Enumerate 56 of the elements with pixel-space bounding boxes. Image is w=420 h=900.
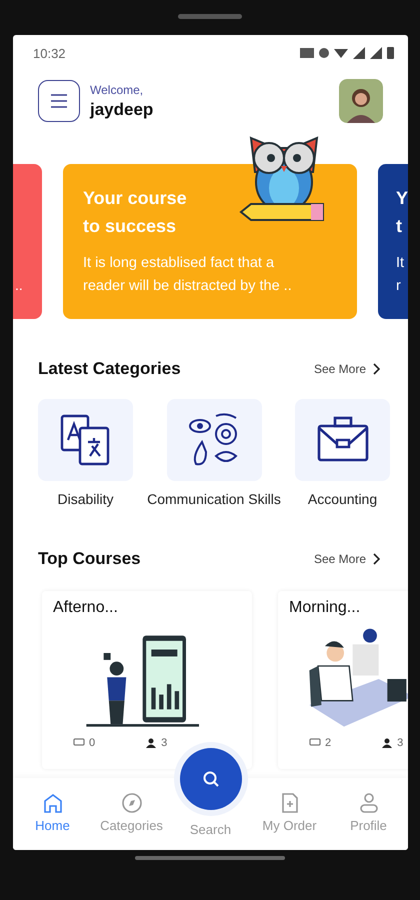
banner-title: to success xyxy=(83,215,178,238)
category-label: Accounting xyxy=(308,491,378,507)
nav-tab[interactable]: Profile xyxy=(330,792,406,833)
chevron-icon xyxy=(372,553,380,565)
section-title: Top Courses xyxy=(38,549,141,569)
banner-card[interactable]: Y t It r xyxy=(378,164,408,319)
wifi-icon xyxy=(334,47,348,59)
comment-icon xyxy=(309,738,321,748)
nav-tab[interactable]: Home xyxy=(14,792,90,833)
person-icon xyxy=(358,792,380,814)
see-more-link[interactable]: See More xyxy=(314,362,380,376)
see-more-link[interactable]: See More xyxy=(314,552,380,566)
compass-icon xyxy=(120,792,142,814)
home-icon xyxy=(42,792,64,814)
category-tile[interactable] xyxy=(38,399,133,481)
status-time: 10:32 xyxy=(33,46,66,60)
category-label: Disability xyxy=(57,491,114,507)
banner-text: reader will be distracted by the .. xyxy=(83,277,293,296)
banner-card[interactable]: .. xyxy=(13,164,42,319)
nav-tab[interactable]: Search xyxy=(172,748,248,837)
comment-icon xyxy=(73,738,85,748)
signal-icon xyxy=(370,47,382,59)
chevron-icon xyxy=(372,363,380,375)
signal-icon xyxy=(353,47,365,59)
banner-card[interactable]: Your course to success It is long establised fact that a reader will be distracted by the .. xyxy=(63,164,357,319)
menu-button[interactable] xyxy=(38,80,80,122)
nav-tab[interactable]: My Order xyxy=(252,792,328,833)
course-card[interactable]: Morning... 2 3 xyxy=(278,591,408,769)
menu-icon xyxy=(49,93,69,109)
category-label: Communication Skills xyxy=(147,491,281,507)
user-name: jaydeep xyxy=(90,100,154,120)
banner-title: Y xyxy=(396,187,408,210)
banner-text: It xyxy=(396,254,406,273)
category-tile[interactable] xyxy=(166,399,262,481)
nfc-icon xyxy=(300,47,314,59)
comment-count: 0 xyxy=(89,737,96,749)
avatar[interactable] xyxy=(339,79,383,123)
course-title: Afterno... xyxy=(53,599,119,617)
battery-icon xyxy=(387,47,394,59)
section-title: Latest Categories xyxy=(38,359,181,379)
banner-text: r xyxy=(396,277,402,296)
category-tile[interactable] xyxy=(295,399,390,481)
search-icon xyxy=(202,770,220,788)
students-icon xyxy=(145,738,158,748)
nav-tab[interactable]: Categories xyxy=(94,792,170,833)
vibrate-icon xyxy=(319,47,329,59)
banner-title: Your course xyxy=(83,187,188,210)
students-icon xyxy=(381,738,394,748)
student-count: 3 xyxy=(161,737,168,749)
banner-title: t xyxy=(396,215,403,238)
comment-count: 2 xyxy=(325,737,332,749)
course-title: Morning... xyxy=(289,599,362,617)
welcome-text: Welcome, xyxy=(90,82,144,96)
student-count: 3 xyxy=(397,737,404,749)
banner-text: .. xyxy=(15,276,23,295)
banner-text: It is long establised fact that a xyxy=(83,254,276,273)
